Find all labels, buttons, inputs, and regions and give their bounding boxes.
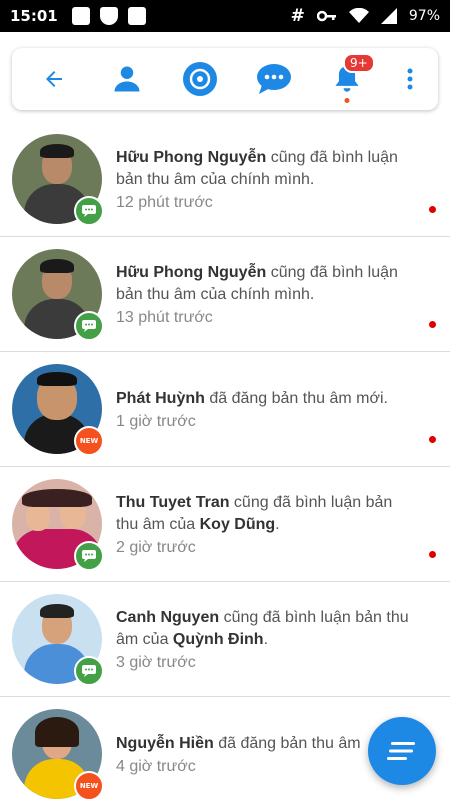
notification-message: Canh Nguyen cũng đã bình luận bản thu âm… <box>116 608 409 648</box>
comment-icon <box>74 656 104 686</box>
avatar <box>12 249 104 341</box>
more-options-button[interactable] <box>400 59 420 99</box>
hash-icon: # <box>290 6 305 26</box>
notification-time: 2 giờ trước <box>116 538 196 556</box>
unread-dot <box>429 321 436 328</box>
notification-item[interactable]: Thu Tuyet Tran cũng đã bình luận bản thu… <box>0 467 450 582</box>
disc-icon <box>183 62 218 96</box>
no-signal-icon <box>380 8 397 24</box>
new-recording-icon: NEW <box>74 771 104 800</box>
notification-item[interactable]: NEW Phát Huỳnh đã đăng bản thu âm mới. 1… <box>0 352 450 467</box>
comment-icon <box>74 196 104 226</box>
more-vert-icon <box>407 68 413 90</box>
notification-time: 1 giờ trước <box>116 412 196 430</box>
wifi-icon <box>348 8 369 23</box>
filter-fab-button[interactable] <box>368 717 436 785</box>
shield-icon <box>99 7 118 25</box>
status-time: 15:01 <box>10 7 58 25</box>
avatar <box>12 479 104 571</box>
avatar: NEW <box>12 364 104 456</box>
notification-list: Hữu Phong Nguyễn cũng đã bình luận bản t… <box>0 122 450 800</box>
notification-message: Hữu Phong Nguyễn cũng đã bình luận bản t… <box>116 148 398 188</box>
record-button[interactable] <box>180 59 220 99</box>
battery-level: 97% <box>408 8 440 24</box>
back-arrow-icon <box>46 71 62 87</box>
notification-time: 13 phút trước <box>116 308 213 326</box>
notification-item[interactable]: Canh Nguyen cũng đã bình luận bản thu âm… <box>0 582 450 697</box>
comment-icon <box>74 541 104 571</box>
notification-message: Thu Tuyet Tran cũng đã bình luận bản thu… <box>116 493 393 533</box>
messages-button[interactable] <box>254 59 294 99</box>
notifications-button[interactable]: 9+ <box>327 53 375 103</box>
avatar <box>12 134 104 226</box>
notification-item[interactable]: Hữu Phong Nguyễn cũng đã bình luận bản t… <box>0 122 450 237</box>
help-icon <box>71 7 90 25</box>
unread-dot <box>429 436 436 443</box>
unread-dot <box>429 206 436 213</box>
active-tab-indicator <box>344 98 350 103</box>
check-shield-icon <box>127 7 146 25</box>
sort-lines-icon <box>387 742 415 760</box>
avatar: NEW <box>12 709 104 800</box>
notification-count-badge: 9+ <box>343 53 375 73</box>
back-button[interactable] <box>34 59 74 99</box>
notification-item[interactable]: Hữu Phong Nguyễn cũng đã bình luận bản t… <box>0 237 450 352</box>
notification-time: 3 giờ trước <box>116 653 196 671</box>
notification-time: 12 phút trước <box>116 193 213 211</box>
new-recording-icon: NEW <box>74 426 104 456</box>
avatar <box>12 594 104 686</box>
status-bar: 15:01 # 97% <box>0 0 450 32</box>
person-icon <box>114 66 140 92</box>
top-toolbar: 9+ <box>12 48 438 110</box>
key-icon <box>316 10 336 22</box>
profile-button[interactable] <box>107 59 147 99</box>
notification-message: Phát Huỳnh đã đăng bản thu âm mới. <box>116 389 388 407</box>
chat-bubble-icon <box>256 64 291 94</box>
unread-dot <box>429 551 436 558</box>
notification-message: Hữu Phong Nguyễn cũng đã bình luận bản t… <box>116 263 398 303</box>
comment-icon <box>74 311 104 341</box>
